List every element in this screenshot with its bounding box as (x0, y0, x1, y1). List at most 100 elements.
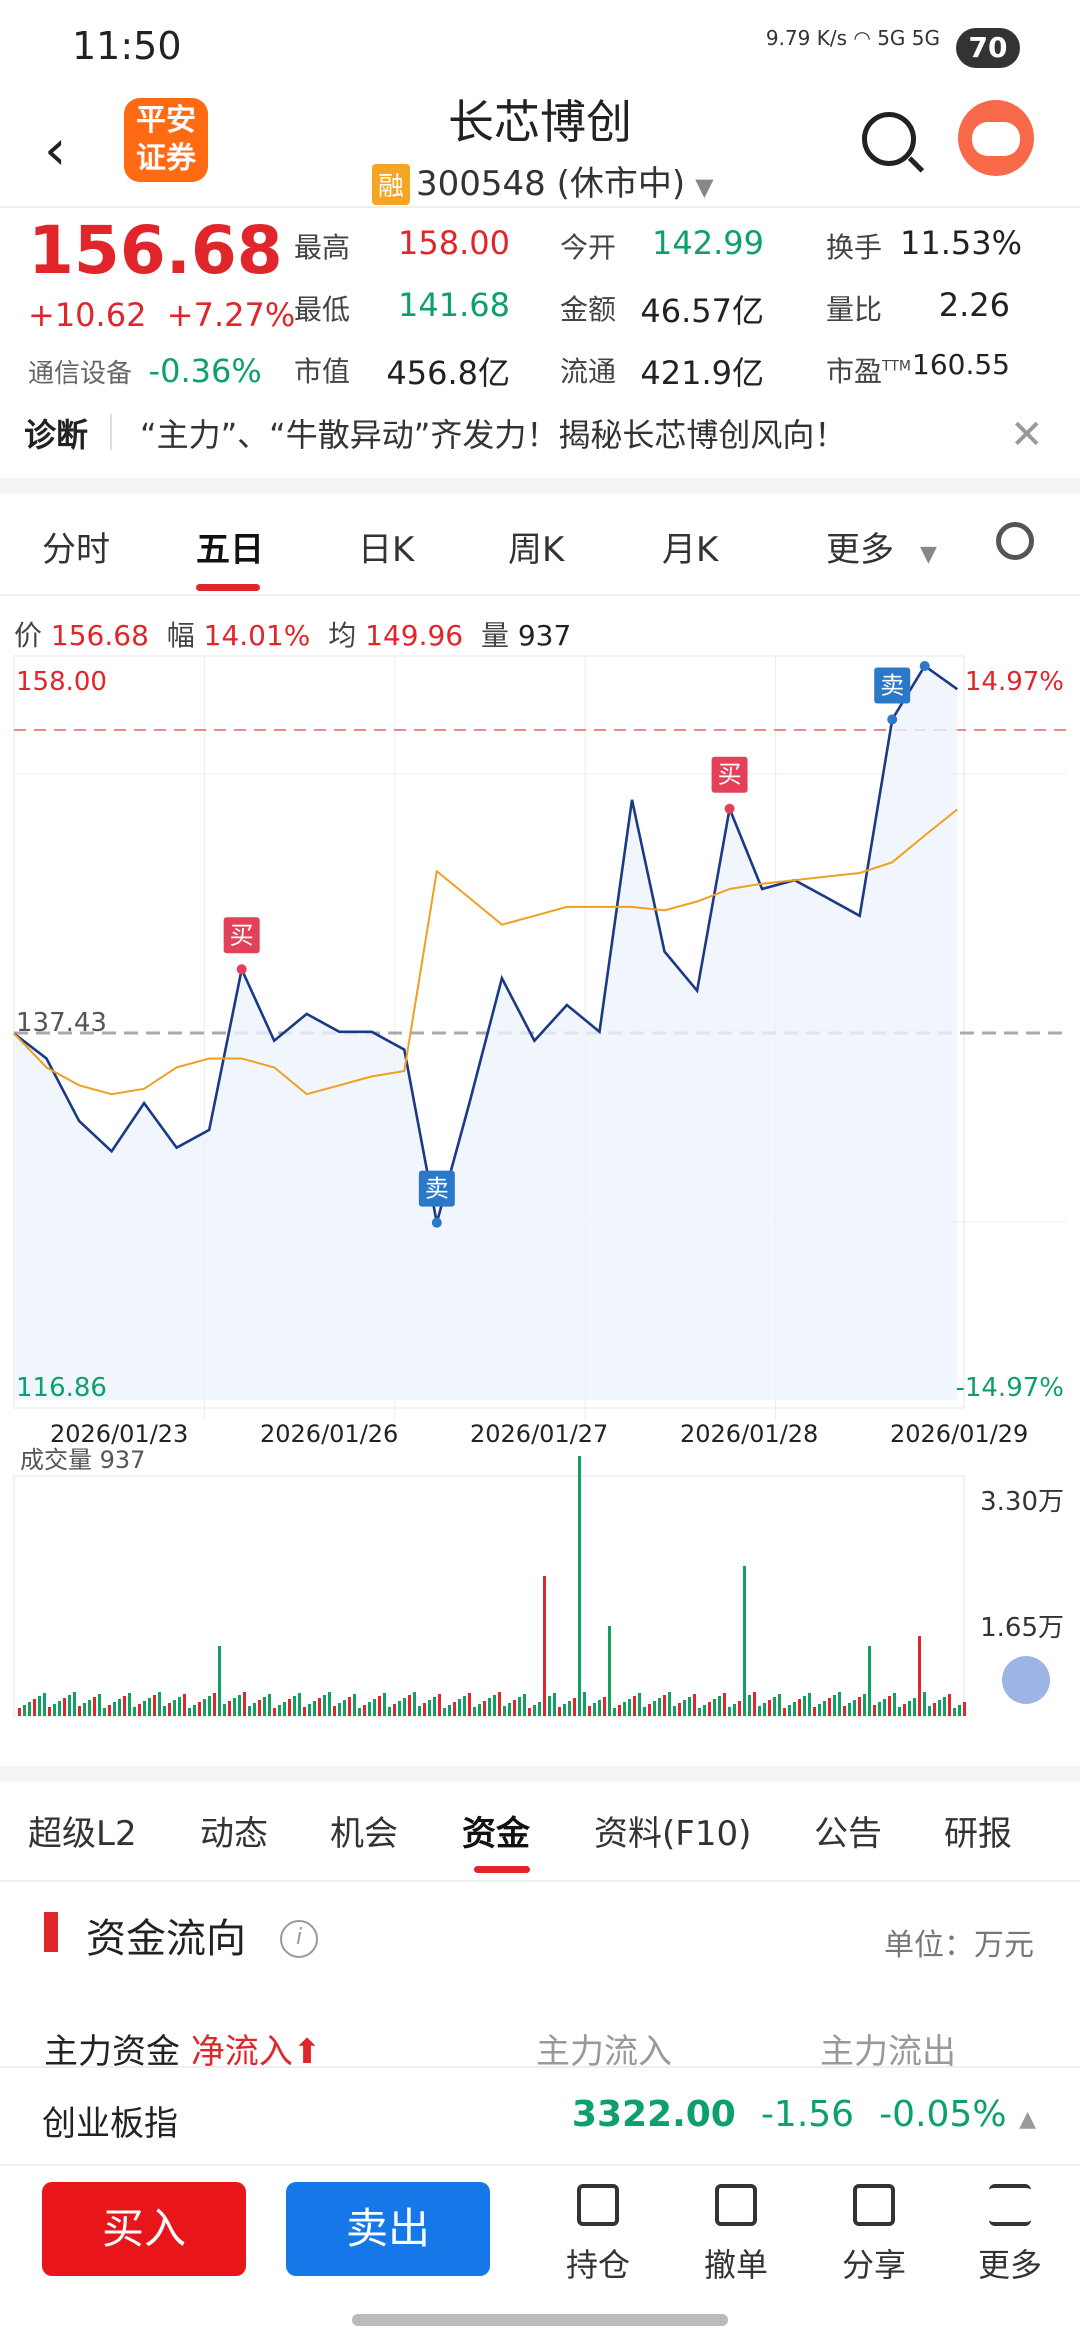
volume-bar (653, 1701, 656, 1716)
volume-bar (398, 1701, 401, 1716)
volume-bar (263, 1697, 266, 1716)
volume-bar (963, 1702, 966, 1716)
volume-bar (178, 1697, 181, 1716)
x-tick-label: 2026/01/28 (680, 1420, 818, 1448)
volume-bar (148, 1698, 151, 1716)
five-day-chart[interactable]: 买卖买卖卖158.00137.43116.8614.97%-14.97%2026… (0, 650, 1080, 1760)
tab-announcements[interactable]: 公告 (814, 1806, 882, 1855)
volume-bar (243, 1692, 246, 1716)
gear-icon[interactable] (996, 522, 1034, 560)
tab-fenshi[interactable]: 分时 (42, 522, 110, 571)
y-tick-label: 158.00 (16, 667, 107, 697)
quote-value: 11.53% (900, 224, 1023, 262)
quote-value: 421.9亿 (640, 354, 764, 392)
volume-bar (203, 1699, 206, 1716)
volume-bar (288, 1699, 291, 1716)
volume-bar (358, 1708, 361, 1716)
volume-bar (568, 1701, 571, 1716)
volume-bar (893, 1693, 896, 1716)
tab-funds[interactable]: 资金 (462, 1806, 530, 1855)
volume-bar (353, 1694, 356, 1716)
diagnosis-text[interactable]: “主力”、“牛散异动”齐发力！揭秘长芯博创风向！ (140, 410, 846, 456)
tab-f10[interactable]: 资料(F10) (594, 1806, 751, 1855)
volume-label: 成交量 937 (20, 1446, 145, 1474)
tab-week-k[interactable]: 周K (508, 522, 564, 571)
volume-bar (573, 1698, 576, 1716)
divider (110, 414, 112, 450)
volume-bar (753, 1692, 756, 1716)
volume-bar (408, 1695, 411, 1716)
chevron-up-icon: ▲ (1019, 2107, 1036, 2132)
volume-bar (818, 1704, 821, 1716)
status-time: 11:50 (72, 24, 182, 68)
sell-button[interactable]: 卖出 (286, 2182, 490, 2276)
volume-bar (623, 1702, 626, 1716)
tab-super-l2[interactable]: 超级L2 (28, 1806, 137, 1855)
quote-label: 市值 (294, 355, 351, 388)
volume-bar (283, 1702, 286, 1716)
tab-more[interactable]: 更多 ▼ (826, 522, 937, 571)
volume-bar (63, 1698, 66, 1716)
volume-bar (308, 1704, 311, 1716)
volume-bar (718, 1696, 721, 1716)
x-tick-label: 2026/01/23 (50, 1420, 188, 1448)
close-icon[interactable]: ✕ (1010, 412, 1044, 458)
holdings-button[interactable]: 持仓 (558, 2184, 638, 2286)
search-icon[interactable] (862, 112, 916, 166)
volume-bar (628, 1699, 631, 1716)
volume-bar (488, 1698, 491, 1716)
volume-bar (133, 1707, 136, 1716)
volume-bar (878, 1702, 881, 1716)
section-gap (0, 1766, 1080, 1782)
volume-bar (813, 1707, 816, 1716)
industry-row[interactable]: 通信设备 -0.36% (28, 352, 262, 390)
volume-bar (673, 1706, 676, 1716)
current-price: 156.68 (28, 212, 283, 289)
volume-bar (823, 1701, 826, 1716)
volume-bar (953, 1708, 956, 1716)
volume-bar (18, 1708, 21, 1716)
list-icon (577, 2184, 619, 2226)
volume-bar (773, 1697, 776, 1716)
stock-name: 长芯博创 (448, 95, 632, 149)
volume-frame (13, 1475, 965, 1717)
volume-bar (423, 1703, 426, 1716)
assistant-avatar[interactable] (958, 100, 1034, 176)
share-button[interactable]: 分享 (834, 2184, 914, 2286)
chevron-down-icon: ▼ (695, 173, 714, 201)
info-icon[interactable]: i (280, 1920, 318, 1958)
volume-bar (933, 1703, 936, 1716)
more-button[interactable]: 更多 (970, 2184, 1050, 2286)
quote-label: 流通 (560, 355, 617, 388)
tab-five-day[interactable]: 五日 (196, 522, 264, 571)
tab-news[interactable]: 动态 (200, 1806, 268, 1855)
buy-button[interactable]: 买入 (42, 2182, 246, 2276)
trade-marker-dot (236, 964, 247, 975)
volume-bar (333, 1706, 336, 1716)
volume-bar (538, 1702, 541, 1716)
volume-bar (393, 1704, 396, 1716)
volume-bar (298, 1693, 301, 1716)
volume-bar (908, 1701, 911, 1716)
volume-bar (433, 1697, 436, 1716)
volume-bar (33, 1699, 36, 1716)
quote-label: 最高 (294, 231, 351, 264)
tab-opportunity[interactable]: 机会 (330, 1806, 398, 1855)
volume-bar (208, 1696, 211, 1716)
trade-marker-label: 买 (718, 761, 742, 789)
tab-research[interactable]: 研报 (944, 1806, 1012, 1855)
volume-tick: 3.30万 (980, 1487, 1064, 1517)
volume-bar (918, 1636, 921, 1716)
volume-bar (268, 1694, 271, 1716)
volume-bar (558, 1707, 561, 1716)
stock-code-row[interactable]: 融 300548 (休市中) ▼ (372, 156, 714, 205)
volume-bar (93, 1697, 96, 1716)
volume-bar (863, 1694, 866, 1716)
volume-bar (253, 1703, 256, 1716)
cancel-order-button[interactable]: 撤单 (696, 2184, 776, 2286)
volume-bar (693, 1694, 696, 1716)
tab-month-k[interactable]: 月K (662, 522, 718, 571)
volume-bar (73, 1692, 76, 1716)
volume-bar (578, 1456, 581, 1716)
tab-day-k[interactable]: 日K (358, 522, 414, 571)
